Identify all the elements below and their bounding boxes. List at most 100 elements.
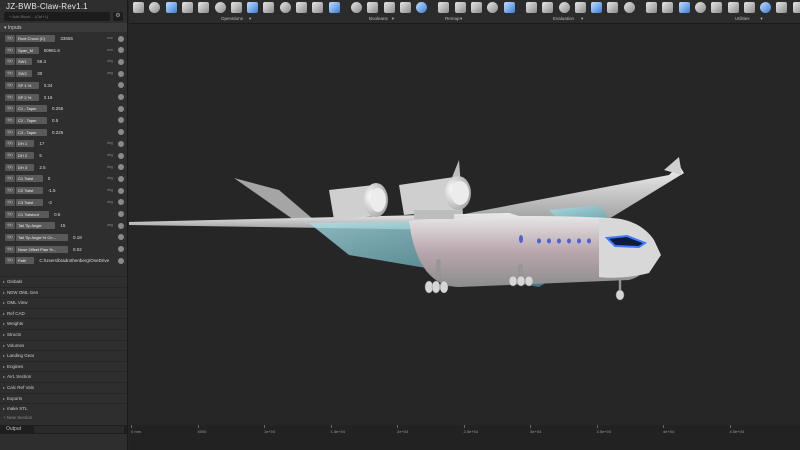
add-block-input[interactable]: + Add Block... (Ctrl+L) <box>4 12 110 21</box>
gear-icon[interactable] <box>118 47 124 54</box>
param-type-tag[interactable]: f(x) <box>5 233 15 241</box>
gear-icon[interactable] <box>118 105 124 112</box>
param-value[interactable]: 0.16 <box>44 94 109 101</box>
param-type-tag[interactable]: f(x) <box>5 46 15 54</box>
toolbar-group-booleans[interactable]: Booleans <box>369 16 388 21</box>
chevron-down-icon[interactable]: ▾ <box>760 16 762 22</box>
gear-icon[interactable] <box>118 94 124 100</box>
param-row[interactable]: f(x) SW1 59.3 deg <box>0 57 127 67</box>
link-icon[interactable] <box>711 2 723 13</box>
param-value[interactable]: 0.02 <box>73 246 109 253</box>
mass-icon[interactable] <box>574 2 586 13</box>
export-icon[interactable] <box>662 2 674 13</box>
measure-icon[interactable] <box>525 2 537 13</box>
cube-icon[interactable] <box>247 2 259 13</box>
pattern-icon[interactable] <box>296 2 307 13</box>
section-row[interactable]: ▸ Calc Ref Vals <box>0 382 127 392</box>
param-type-tag[interactable]: f(x) <box>5 70 15 78</box>
chamfer-icon[interactable] <box>279 2 291 13</box>
section-row[interactable]: ▸ make STL <box>0 403 127 413</box>
taper-icon[interactable] <box>503 2 515 13</box>
import-icon[interactable] <box>678 2 690 13</box>
param-type-tag[interactable]: f(x) <box>5 128 15 136</box>
clip-icon[interactable] <box>416 2 428 13</box>
extrude-icon[interactable] <box>133 2 144 13</box>
param-type-tag[interactable]: f(x) <box>5 163 15 171</box>
section-row[interactable]: ▸ Exports <box>0 392 127 403</box>
param-type-tag[interactable]: f(x) <box>5 257 15 265</box>
param-type-tag[interactable]: f(x) <box>5 140 15 148</box>
param-row[interactable]: f(x) SP 1 % 0.34 <box>0 81 127 91</box>
gear-icon[interactable] <box>118 211 124 217</box>
param-value[interactable]: 5 <box>39 152 109 159</box>
gear-icon[interactable] <box>118 187 124 194</box>
param-value[interactable]: 15 <box>60 222 109 229</box>
section-row[interactable]: ▸ AVL Section <box>0 371 127 381</box>
distance-icon[interactable] <box>607 2 619 13</box>
param-type-tag[interactable]: f(x) <box>5 81 15 89</box>
param-type-tag[interactable]: f(x) <box>5 187 15 195</box>
probe-icon[interactable] <box>591 2 603 13</box>
gear-icon[interactable] <box>118 129 124 136</box>
curvature-icon[interactable] <box>623 2 635 13</box>
remap-icon[interactable] <box>438 2 450 13</box>
param-row[interactable]: f(x) C3 Twist -3 deg <box>0 198 127 208</box>
param-value[interactable]: 0.5 <box>52 117 109 124</box>
param-value[interactable]: -3 <box>48 199 109 206</box>
param-value[interactable]: C:\Users\bradrothenberg\OneDrive <box>39 257 109 264</box>
sweep-icon[interactable] <box>165 2 177 13</box>
param-type-tag[interactable]: f(x) <box>5 105 15 113</box>
section-row[interactable]: ▸ NEW OML Gen <box>0 286 127 297</box>
output-field[interactable] <box>34 426 124 433</box>
split-icon[interactable] <box>399 2 411 13</box>
smooth-icon[interactable] <box>230 2 242 13</box>
param-value[interactable]: 59.3 <box>37 58 109 65</box>
bend-icon[interactable] <box>471 2 482 13</box>
param-row[interactable]: f(x) Span_M 50981.6 mm <box>0 46 127 56</box>
param-row[interactable]: f(x) C2 - Taper 0.5 <box>0 116 127 126</box>
gear-icon[interactable] <box>118 246 124 253</box>
mirror-icon[interactable] <box>312 2 324 13</box>
param-row[interactable]: f(x) SP 2 % 0.16 <box>0 93 127 103</box>
gear-icon[interactable] <box>118 58 124 65</box>
area-icon[interactable] <box>558 2 570 13</box>
chevron-down-icon[interactable]: ▾ <box>392 16 394 22</box>
section-row[interactable]: ▸ Globals <box>0 276 127 286</box>
fillet-icon[interactable] <box>263 2 275 13</box>
param-value[interactable]: 2.5 <box>39 164 109 171</box>
param-type-tag[interactable]: f(x) <box>5 152 15 159</box>
union-icon[interactable] <box>350 2 362 13</box>
gear-icon[interactable] <box>118 82 124 89</box>
toolbar-group-operations[interactable]: Operations <box>221 16 243 21</box>
tag-icon[interactable] <box>727 2 739 13</box>
settings-button[interactable]: ⚙ <box>113 12 123 21</box>
twist-icon[interactable] <box>487 2 499 13</box>
inputs-section-header[interactable]: ▾ Inputs <box>0 23 127 32</box>
section-row[interactable]: ▸ Structs <box>0 329 127 339</box>
gear-icon[interactable] <box>118 257 124 264</box>
param-value[interactable]: 0.18 <box>73 234 109 241</box>
gear-icon[interactable] <box>118 234 124 241</box>
param-type-tag[interactable]: f(x) <box>5 116 15 124</box>
array-icon[interactable] <box>328 2 340 13</box>
flow-icon[interactable] <box>792 2 800 13</box>
param-type-tag[interactable]: f(x) <box>5 175 15 183</box>
warp-icon[interactable] <box>454 2 466 13</box>
param-type-tag[interactable]: f(x) <box>5 35 15 42</box>
toolbar-group-evaluation[interactable]: Evaluation <box>553 16 574 21</box>
graph-icon[interactable] <box>776 2 788 13</box>
new-section-button[interactable]: + New Section <box>3 415 32 420</box>
param-value[interactable]: 17 <box>39 140 109 147</box>
param-value[interactable]: 30 <box>37 70 109 77</box>
param-row[interactable]: f(x) C1 - Taper 0.255 <box>0 104 127 114</box>
gear-icon[interactable] <box>118 140 124 147</box>
offset-icon[interactable] <box>214 2 226 13</box>
section-row[interactable]: ▸ Ref CAD <box>0 307 127 318</box>
param-row[interactable]: f(x) Tail Tip Angle % Ch... 0.18 <box>0 233 127 243</box>
volume-icon[interactable] <box>542 2 554 13</box>
note-icon[interactable] <box>743 2 755 13</box>
chevron-down-icon[interactable]: ▾ <box>460 16 462 22</box>
toolbar-group-utilities[interactable]: Utilities <box>735 16 750 21</box>
param-type-tag[interactable]: f(x) <box>5 58 15 66</box>
gear-icon[interactable] <box>118 70 124 77</box>
